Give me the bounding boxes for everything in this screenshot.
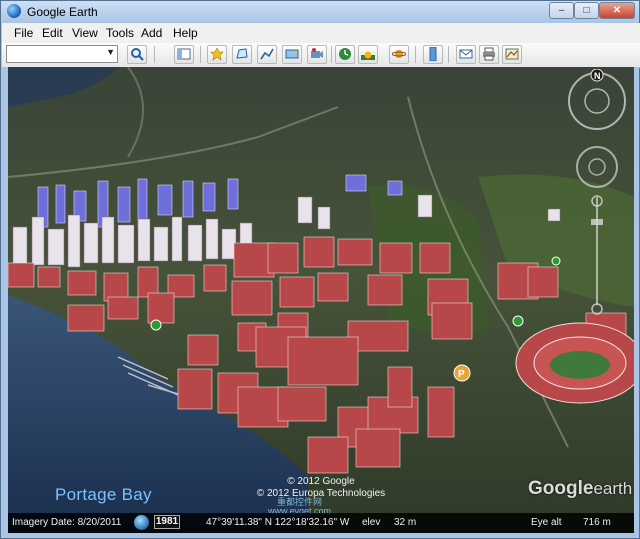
menu-edit[interactable]: Edit <box>42 26 63 40</box>
print-icon <box>483 47 495 61</box>
google-earth-logo-icon <box>7 4 21 18</box>
chevron-down-icon[interactable]: ▼ <box>106 47 115 57</box>
close-button[interactable]: ✕ <box>599 2 635 19</box>
toolbar-separator <box>331 46 332 63</box>
menu-view[interactable]: View <box>72 26 98 40</box>
sunlight-button[interactable] <box>358 45 378 64</box>
stadium <box>515 322 634 404</box>
add-polygon-button[interactable] <box>232 45 252 64</box>
menu-file[interactable]: File <box>14 26 33 40</box>
menu-bar: File Edit View Tools Add Help <box>2 23 640 44</box>
zoom-slider-handle[interactable] <box>591 219 603 225</box>
map-view-3d[interactable]: P N Portage Bay © 2012 Google © 2012 Eur… <box>8 67 634 533</box>
zoom-out-icon[interactable] <box>591 303 603 315</box>
elevation-label: elev <box>362 517 381 528</box>
view-in-maps-icon <box>505 48 519 60</box>
search-input[interactable] <box>7 46 109 62</box>
toolbar-separator <box>200 46 201 63</box>
add-path-button[interactable] <box>257 45 277 64</box>
email-icon <box>459 49 473 59</box>
search-dropdown[interactable]: ▼ <box>6 45 118 63</box>
toolbar: ▼ <box>2 43 640 68</box>
historical-imagery-icon[interactable] <box>134 515 149 530</box>
poi-marker[interactable] <box>150 319 162 331</box>
status-bar: Imagery Date: 8/20/2011 1981 47°39'11.38… <box>8 513 634 533</box>
compass-north-label: N <box>594 71 601 81</box>
maximize-button[interactable]: □ <box>574 2 599 19</box>
coordinates: 47°39'11.38" N 122°18'32.16" W <box>206 517 350 528</box>
move-joystick[interactable] <box>588 158 606 176</box>
ruler-icon <box>429 47 437 61</box>
sidebar-toggle-icon <box>177 48 191 60</box>
toolbar-separator <box>154 46 155 63</box>
add-image-overlay-button[interactable] <box>282 45 302 64</box>
app-window: Google Earth – □ ✕ File Edit View Tools … <box>0 0 640 539</box>
toolbar-separator <box>448 46 449 63</box>
search-icon <box>131 48 144 61</box>
search-button[interactable] <box>127 45 147 64</box>
navigation-controls[interactable]: N <box>564 69 630 319</box>
google-earth-logo: Googleearth <box>528 478 633 499</box>
move-ring[interactable] <box>576 146 618 188</box>
add-placemark-button[interactable] <box>207 45 227 64</box>
record-tour-button[interactable] <box>307 45 327 64</box>
eye-alt-value: 716 m <box>583 517 611 528</box>
record-tour-icon <box>311 48 323 58</box>
imagery-year[interactable]: 1981 <box>154 515 180 529</box>
add-path-icon <box>260 48 274 60</box>
title-bar[interactable]: Google Earth – □ ✕ <box>1 1 639 23</box>
minimize-button[interactable]: – <box>549 2 574 19</box>
add-polygon-icon <box>236 48 248 59</box>
planets-button[interactable] <box>389 45 409 64</box>
menu-add[interactable]: Add <box>141 26 162 40</box>
planets-icon <box>392 50 406 58</box>
historical-imagery-icon <box>339 48 351 60</box>
parking-label: P <box>458 369 465 380</box>
elevation-value: 32 m <box>394 517 417 528</box>
historical-imagery-button[interactable] <box>335 45 355 64</box>
window-title: Google Earth <box>27 5 98 19</box>
imagery-date: Imagery Date: 8/20/2011 <box>12 517 122 528</box>
ruler-button[interactable] <box>423 45 443 64</box>
eye-alt-label: Eye alt <box>531 517 562 528</box>
aerial-scene: P <box>8 67 634 533</box>
poi-marker[interactable] <box>551 256 561 266</box>
print-button[interactable] <box>479 45 499 64</box>
view-in-maps-button[interactable] <box>502 45 522 64</box>
menu-help[interactable]: Help <box>173 26 198 40</box>
toolbar-separator <box>415 46 416 63</box>
add-placemark-icon <box>210 47 224 61</box>
menu-tools[interactable]: Tools <box>106 26 134 40</box>
add-image-overlay-icon <box>285 49 299 59</box>
poi-marker[interactable] <box>512 315 524 327</box>
look-joystick[interactable] <box>584 88 610 114</box>
email-button[interactable] <box>456 45 476 64</box>
sidebar-toggle-button[interactable] <box>174 45 194 64</box>
sunlight-icon <box>361 51 375 60</box>
